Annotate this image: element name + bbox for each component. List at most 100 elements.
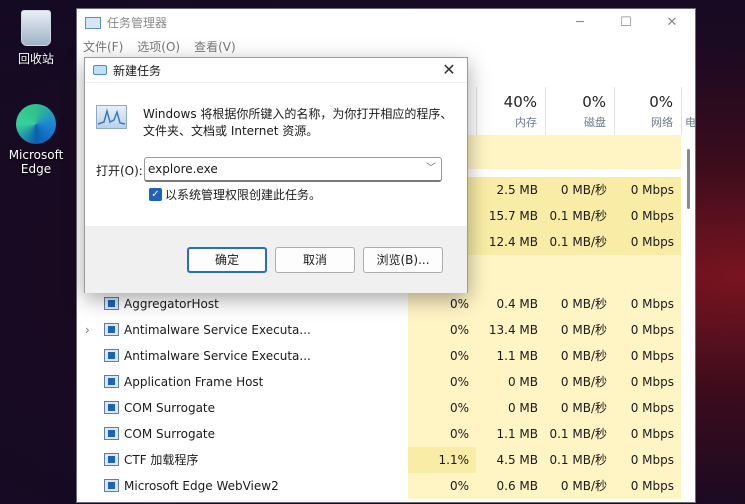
network-cell: 0 Mbps — [614, 395, 681, 421]
table-row[interactable]: › Antimalware Service Executa... 0% 13.4 MB… — [77, 317, 683, 343]
disk-cell: 0.1 MB/秒 — [545, 203, 614, 229]
disk-cell: 0.1 MB/秒 — [545, 447, 614, 473]
task-manager-icon — [85, 16, 101, 29]
memory-cell: 0 MB — [476, 395, 545, 421]
cancel-button[interactable]: 取消 — [275, 247, 355, 273]
table-row[interactable]: COM Surrogate 0% 1.1 MB 0.1 MB/秒 0 Mbps — [77, 421, 683, 447]
network-cell: 0 Mbps — [614, 291, 681, 317]
process-name: COM Surrogate — [124, 427, 216, 441]
column-memory[interactable]: 40% 内存 — [476, 87, 545, 135]
table-row[interactable]: Microsoft Edge WebView2 0% 0.6 MB 0 MB/秒 0 M… — [77, 473, 683, 499]
process-name: Antimalware Service Executa... — [124, 349, 311, 363]
process-name: AggregatorHost — [124, 297, 219, 311]
process-name: Microsoft Edge WebView2 — [124, 479, 279, 493]
process-name: Antimalware Service Executa... — [124, 323, 311, 337]
table-row[interactable]: Application Frame Host 0% 0 MB 0 MB/秒 0 Mbps — [77, 369, 683, 395]
run-icon — [96, 105, 127, 129]
process-icon — [104, 323, 119, 336]
memory-cell: 0.4 MB — [476, 291, 545, 317]
desktop-icon-edge[interactable]: Microsoft Edge — [1, 104, 71, 176]
disk-cell: 0 MB/秒 — [545, 177, 614, 203]
process-icon — [104, 349, 119, 362]
cpu-cell: 1.1% — [408, 447, 476, 473]
memory-cell: 4.5 MB — [476, 447, 545, 473]
disk-cell: 0 MB/秒 — [545, 369, 614, 395]
process-name: COM Surrogate — [124, 401, 216, 415]
disk-cell: 0 MB/秒 — [545, 343, 614, 369]
close-button[interactable]: ✕ — [649, 9, 695, 36]
edge-icon — [16, 104, 56, 144]
disk-cell: 0.1 MB/秒 — [545, 229, 614, 255]
network-cell: 0 Mbps — [614, 369, 681, 395]
process-icon — [104, 401, 119, 414]
disk-label: 磁盘 — [584, 116, 606, 129]
open-combobox[interactable]: explore.exe ﹀ — [144, 157, 442, 182]
disk-percent: 0% — [582, 93, 606, 111]
memory-cell: 0 MB — [476, 369, 545, 395]
table-row[interactable]: Antimalware Service Executa... 0% 1.1 MB 0 … — [77, 343, 683, 369]
cpu-cell: 0% — [408, 369, 476, 395]
new-task-icon — [93, 65, 107, 75]
network-cell: 0 Mbps — [614, 343, 681, 369]
network-percent: 0% — [649, 93, 673, 111]
open-input-value[interactable]: explore.exe — [148, 162, 218, 176]
memory-cell: 1.1 MB — [476, 343, 545, 369]
column-power[interactable]: 电 — [681, 87, 697, 135]
cpu-cell: 0% — [408, 473, 476, 499]
checkbox-checked-icon[interactable]: ✓ — [149, 188, 162, 201]
process-icon — [104, 375, 119, 388]
disk-cell: 0 MB/秒 — [545, 317, 614, 343]
dialog-title: 新建任务 — [113, 63, 162, 78]
cpu-cell: 0% — [408, 291, 476, 317]
menu-bar: 文件(F) 选项(O) 查看(V) — [77, 36, 695, 56]
expand-chevron-icon[interactable]: › — [85, 317, 90, 343]
minimize-button[interactable]: ─ — [557, 9, 603, 36]
memory-cell: 15.7 MB — [476, 203, 545, 229]
table-row[interactable]: COM Surrogate 0% 0 MB 0 MB/秒 0 Mbps — [77, 395, 683, 421]
network-cell: 0 Mbps — [614, 421, 681, 447]
network-cell: 0 Mbps — [614, 447, 681, 473]
column-disk[interactable]: 0% 磁盘 — [545, 87, 614, 135]
column-network[interactable]: 0% 网络 — [614, 87, 681, 135]
vertical-scrollbar[interactable] — [687, 149, 690, 209]
disk-cell: 0 MB/秒 — [545, 473, 614, 499]
description-line-1: Windows 将根据你所键入的名称，为你打开相应的程序、 — [143, 107, 453, 121]
network-cell: 0 Mbps — [614, 317, 681, 343]
cpu-cell: 0% — [408, 317, 476, 343]
chevron-down-icon[interactable]: ﹀ — [426, 158, 436, 180]
desktop-icon-label: Microsoft Edge — [8, 148, 64, 176]
network-cell: 0 Mbps — [614, 229, 681, 255]
desktop-icon-label: 回收站 — [17, 52, 54, 66]
admin-checkbox[interactable]: ✓ 以系统管理权限创建此任务。 — [149, 186, 321, 203]
dialog-footer: 确定 取消 浏览(B)... — [85, 226, 467, 293]
dialog-close-button[interactable]: ✕ — [437, 60, 461, 80]
menu-options[interactable]: 选项(O) — [137, 38, 180, 55]
disk-cell: 0 MB/秒 — [545, 291, 614, 317]
memory-cell: 12.4 MB — [476, 229, 545, 255]
network-cell: 0 Mbps — [614, 203, 681, 229]
process-icon — [104, 427, 119, 440]
browse-button[interactable]: 浏览(B)... — [363, 247, 443, 273]
memory-percent: 40% — [503, 93, 537, 111]
table-row[interactable]: AggregatorHost 0% 0.4 MB 0 MB/秒 0 Mbps — [77, 291, 683, 317]
network-cell: 0 Mbps — [614, 473, 681, 499]
menu-view[interactable]: 查看(V) — [194, 38, 236, 55]
desktop-icon-recycle-bin[interactable]: 回收站 — [1, 10, 71, 67]
maximize-button[interactable]: ☐ — [603, 9, 649, 36]
recycle-bin-icon — [21, 10, 51, 46]
dialog-description: Windows 将根据你所键入的名称，为你打开相应的程序、 文件夹、文档或 In… — [143, 106, 452, 140]
table-row[interactable]: CTF 加载程序 1.1% 4.5 MB 0.1 MB/秒 0 Mbps — [77, 447, 683, 473]
disk-cell: 0 MB/秒 — [545, 395, 614, 421]
memory-cell: 0.6 MB — [476, 473, 545, 499]
process-icon — [104, 297, 119, 310]
window-title: 任务管理器 — [107, 16, 168, 30]
network-label: 网络 — [651, 116, 673, 129]
process-icon — [104, 479, 119, 492]
network-cell: 0 Mbps — [614, 177, 681, 203]
process-name: Application Frame Host — [124, 375, 264, 389]
cpu-cell: 0% — [408, 395, 476, 421]
menu-file[interactable]: 文件(F) — [83, 38, 123, 55]
ok-button[interactable]: 确定 — [187, 247, 267, 273]
description-line-2: 文件夹、文档或 Internet 资源。 — [143, 124, 319, 138]
memory-cell: 13.4 MB — [476, 317, 545, 343]
